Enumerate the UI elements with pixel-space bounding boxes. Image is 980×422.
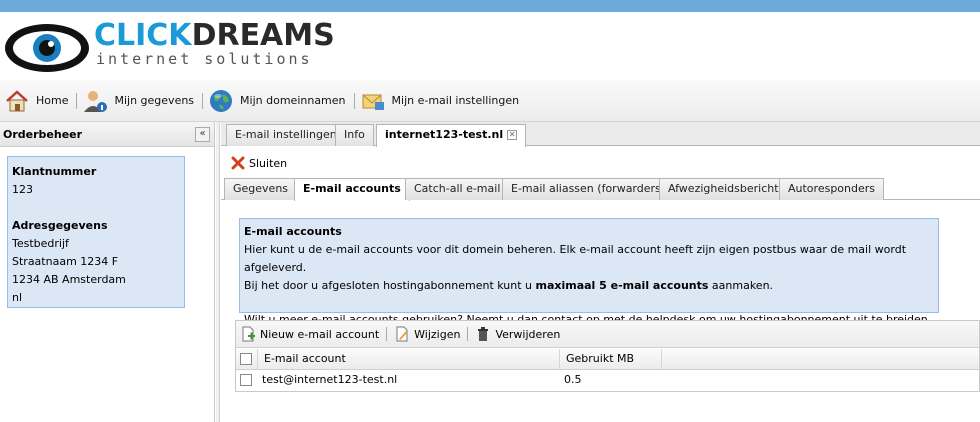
tab-internet123-test[interactable]: internet123-test.nl ✕ bbox=[376, 124, 527, 147]
main-nav: Home Mijn gegevens Mijn domeinnamen Mijn… bbox=[0, 80, 980, 122]
tab-toolbar: Sluiten bbox=[221, 150, 980, 176]
toolbar-separator bbox=[386, 327, 388, 341]
email-accounts-description: E-mail accounts Hier kunt u de e-mail ac… bbox=[239, 218, 939, 326]
nav-home[interactable]: Home bbox=[4, 86, 74, 116]
email-account-cell: test@internet123-test.nl bbox=[262, 373, 398, 386]
address-line: nl bbox=[12, 291, 23, 304]
tab-autoresponders[interactable]: Autoresponders bbox=[779, 178, 885, 200]
panel-title: Orderbeheer bbox=[3, 127, 83, 141]
main-tabs: E-mail instellingen Info internet123-tes… bbox=[221, 122, 980, 147]
row-checkbox[interactable] bbox=[240, 374, 252, 386]
address-line: Straatnaam 1234 F bbox=[12, 255, 119, 268]
edit-icon bbox=[396, 326, 408, 342]
select-all-cell bbox=[236, 349, 258, 370]
tab-email-accounts[interactable]: E-mail accounts bbox=[294, 178, 410, 201]
grid-toolbar: Nieuw e-mail account Wijzigen Verwijdere… bbox=[236, 321, 979, 348]
address-line: Testbedrijf bbox=[12, 237, 69, 250]
brand-tagline: internet solutions bbox=[96, 50, 313, 68]
email-accounts-grid: Nieuw e-mail account Wijzigen Verwijdere… bbox=[235, 320, 980, 392]
klantnummer-label: Klantnummer bbox=[12, 165, 97, 178]
select-all-checkbox[interactable] bbox=[240, 353, 252, 365]
customer-info-box: Klantnummer 123 Adresgegevens Testbedrij… bbox=[7, 156, 185, 308]
orderbeheer-panel: Orderbeheer « Klantnummer 123 Adresgegev… bbox=[0, 122, 215, 422]
nav-separator bbox=[202, 92, 204, 109]
brand-name: CLICKDREAMS bbox=[94, 18, 335, 53]
collapse-button[interactable]: « bbox=[195, 126, 210, 142]
column-gebruikt-mb[interactable]: Gebruikt MB bbox=[560, 349, 662, 370]
tab-email-aliassen[interactable]: E-mail aliassen (forwarders) bbox=[502, 178, 675, 200]
description-title: E-mail accounts bbox=[244, 225, 342, 238]
app-header: CLICKDREAMS internet solutions bbox=[0, 12, 980, 80]
nieuw-email-account-button[interactable]: Nieuw e-mail account bbox=[240, 326, 379, 342]
add-document-icon bbox=[242, 326, 255, 342]
panel-header: Orderbeheer « bbox=[0, 122, 214, 147]
tab-close-icon[interactable]: ✕ bbox=[507, 130, 518, 140]
tab-label: internet123-test.nl bbox=[385, 128, 504, 141]
home-icon bbox=[6, 89, 28, 111]
nav-mijn-email-instellingen[interactable]: Mijn e-mail instellingen bbox=[360, 86, 526, 116]
tab-catch-all[interactable]: Catch-all e-mail bbox=[405, 178, 510, 200]
adresgegevens-label: Adresgegevens bbox=[12, 219, 108, 232]
row-checkbox-cell bbox=[236, 370, 258, 391]
column-email-account[interactable]: E-mail account bbox=[258, 349, 560, 370]
description-line: Bij het door u afgesloten hostingabonnem… bbox=[244, 279, 774, 292]
tab-email-instellingen[interactable]: E-mail instellingen bbox=[226, 124, 346, 146]
klantnummer-value: 123 bbox=[12, 183, 33, 196]
description-line: Hier kunt u de e-mail accounts voor dit … bbox=[244, 243, 907, 274]
panel-splitter[interactable] bbox=[216, 122, 220, 422]
nav-mijn-gegevens[interactable]: Mijn gegevens bbox=[82, 86, 200, 116]
top-color-strip bbox=[0, 0, 980, 12]
tab-gegevens[interactable]: Gegevens bbox=[224, 178, 298, 200]
tab-info[interactable]: Info bbox=[335, 124, 374, 146]
close-icon bbox=[231, 156, 245, 170]
nav-separator bbox=[76, 92, 78, 109]
table-row[interactable]: test@internet123-test.nl 0.5 bbox=[236, 370, 979, 391]
address-line: 1234 AB Amsterdam bbox=[12, 273, 126, 286]
wijzigen-button[interactable]: Wijzigen bbox=[394, 326, 460, 342]
nav-mijn-domeinnamen[interactable]: Mijn domeinnamen bbox=[208, 86, 351, 116]
globe-icon bbox=[210, 89, 233, 112]
nav-separator bbox=[353, 92, 355, 109]
domain-subtabs: Gegevens E-mail accounts Catch-all e-mai… bbox=[221, 177, 980, 201]
verwijderen-button[interactable]: Verwijderen bbox=[475, 326, 560, 342]
email-settings-icon bbox=[362, 94, 384, 110]
gebruikt-mb-cell: 0.5 bbox=[564, 373, 582, 386]
tab-afwezigheidsbericht[interactable]: Afwezigheidsbericht bbox=[659, 178, 788, 200]
user-info-icon bbox=[84, 90, 108, 112]
eye-logo-icon bbox=[5, 24, 89, 72]
grid-header: E-mail account Gebruikt MB bbox=[236, 349, 979, 370]
trash-icon bbox=[478, 327, 489, 341]
sluiten-button[interactable]: Sluiten bbox=[231, 156, 287, 170]
toolbar-separator bbox=[467, 327, 469, 341]
main-content: E-mail instellingen Info internet123-tes… bbox=[221, 122, 980, 422]
